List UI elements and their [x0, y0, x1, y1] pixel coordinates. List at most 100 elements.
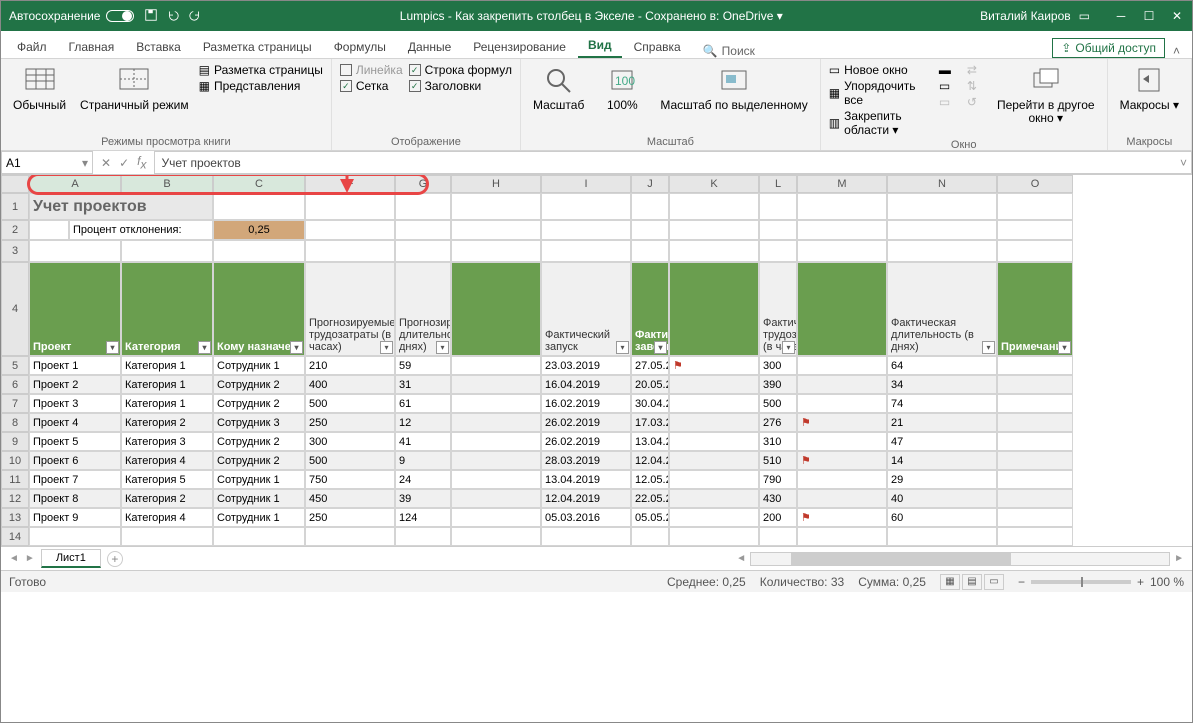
cell[interactable] [887, 220, 997, 240]
macros-button[interactable]: Макросы ▾ [1116, 63, 1183, 114]
formulabar-checkbox[interactable]: Строка формул [409, 63, 512, 77]
cell[interactable] [997, 375, 1073, 394]
row-header[interactable]: 6 [1, 375, 29, 394]
cell[interactable] [395, 240, 451, 262]
unhide-button[interactable]: ▭ [939, 95, 951, 109]
row-header[interactable]: 14 [1, 527, 29, 546]
cell[interactable] [669, 451, 759, 470]
cell[interactable] [997, 451, 1073, 470]
cell[interactable]: Категория 2 [121, 413, 213, 432]
cell[interactable]: Фактические трудозатраты (в часах)▾ [759, 262, 797, 356]
cell[interactable]: 05.03.2016 [541, 508, 631, 527]
cell[interactable] [213, 527, 305, 546]
cell[interactable] [451, 220, 541, 240]
cell[interactable] [121, 527, 213, 546]
cell[interactable]: 12.04.2019 [631, 451, 669, 470]
cell[interactable] [997, 489, 1073, 508]
cell[interactable] [669, 489, 759, 508]
cell[interactable]: Сотрудник 1 [213, 508, 305, 527]
cell[interactable]: 64 [887, 356, 997, 375]
autosave-toggle[interactable]: Автосохранение [9, 9, 134, 23]
cell[interactable] [997, 470, 1073, 489]
cell[interactable]: 12.04.2019 [541, 489, 631, 508]
col-header-G[interactable]: G [395, 175, 451, 193]
cell[interactable] [759, 220, 797, 240]
cell[interactable]: Категория 1 [121, 375, 213, 394]
cell[interactable] [305, 527, 395, 546]
cell[interactable] [451, 451, 541, 470]
cell[interactable]: 30.04.2019 [631, 394, 669, 413]
tab-Справка[interactable]: Справка [624, 36, 691, 58]
cell[interactable] [797, 262, 887, 356]
maximize-icon[interactable]: ☐ [1142, 9, 1156, 23]
cell[interactable]: Примечания▾ [997, 262, 1073, 356]
cell[interactable]: Проект 5 [29, 432, 121, 451]
cell[interactable] [797, 470, 887, 489]
cell[interactable] [451, 470, 541, 489]
cell[interactable] [887, 193, 997, 220]
cell[interactable] [669, 262, 759, 356]
switch-windows-button[interactable]: Перейти в другое окно ▾ [993, 63, 1099, 127]
cell[interactable]: Сотрудник 2 [213, 394, 305, 413]
cell[interactable] [887, 240, 997, 262]
cell[interactable]: Сотрудник 1 [213, 470, 305, 489]
cell[interactable] [997, 413, 1073, 432]
enter-icon[interactable]: ✓ [119, 156, 129, 170]
cell[interactable]: Категория 4 [121, 451, 213, 470]
cell[interactable]: 390 [759, 375, 797, 394]
cell[interactable] [451, 508, 541, 527]
tab-Главная[interactable]: Главная [59, 36, 125, 58]
cell[interactable]: 28.03.2019 [541, 451, 631, 470]
col-header-A[interactable]: A [29, 175, 121, 193]
cell[interactable]: Проект 1 [29, 356, 121, 375]
col-header-H[interactable]: H [451, 175, 541, 193]
cell[interactable] [395, 220, 451, 240]
cell[interactable]: 13.04.2019 [541, 470, 631, 489]
cell[interactable]: 39 [395, 489, 451, 508]
cell[interactable]: 500 [305, 451, 395, 470]
fx-icon[interactable]: fx [137, 154, 146, 171]
row-header[interactable]: 4 [1, 262, 29, 356]
headings-checkbox[interactable]: Заголовки [409, 79, 512, 93]
cell[interactable]: 12.05.2019 [631, 470, 669, 489]
cell[interactable] [669, 375, 759, 394]
tab-Вставка[interactable]: Вставка [126, 36, 191, 58]
horizontal-scrollbar[interactable] [750, 552, 1170, 566]
cell[interactable]: Прогнозируемые трудозатраты (в часах)▾ [305, 262, 395, 356]
cell[interactable] [631, 527, 669, 546]
cell[interactable] [213, 193, 305, 220]
zoom-button[interactable]: Масштаб [529, 63, 588, 114]
custom-views-button[interactable]: ▦Представления [199, 79, 323, 93]
collapse-ribbon-icon[interactable]: ˄ [1173, 44, 1180, 58]
tab-Файл[interactable]: Файл [7, 36, 57, 58]
cell[interactable] [451, 356, 541, 375]
row-header[interactable]: 12 [1, 489, 29, 508]
zoom-selection-button[interactable]: Масштаб по выделенному [656, 63, 811, 114]
col-header-I[interactable]: I [541, 175, 631, 193]
col-header-B[interactable]: B [121, 175, 213, 193]
cell[interactable]: 500 [759, 394, 797, 413]
cell[interactable] [797, 527, 887, 546]
row-header[interactable]: 11 [1, 470, 29, 489]
cell[interactable]: ⚑ [797, 413, 887, 432]
arrange-all-button[interactable]: ▦Упорядочить все [829, 79, 923, 107]
cell[interactable] [669, 527, 759, 546]
cell[interactable]: 34 [887, 375, 997, 394]
cell[interactable]: 500 [305, 394, 395, 413]
row-header[interactable]: 13 [1, 508, 29, 527]
cell[interactable] [669, 394, 759, 413]
cell[interactable] [631, 220, 669, 240]
cell[interactable]: 300 [305, 432, 395, 451]
view-side-button[interactable]: ⇄ [967, 63, 977, 77]
cell[interactable]: ⚑ [669, 356, 759, 375]
cell[interactable] [797, 432, 887, 451]
cell[interactable]: Категория 1 [121, 394, 213, 413]
cell[interactable]: Процент отклонения: [69, 220, 213, 240]
cell[interactable] [797, 193, 887, 220]
add-sheet-button[interactable]: + [107, 551, 123, 567]
normal-view-button[interactable]: Обычный [9, 63, 70, 114]
cell[interactable]: Категория 3 [121, 432, 213, 451]
cell[interactable] [305, 220, 395, 240]
cell[interactable]: 14 [887, 451, 997, 470]
hide-button[interactable]: ▭ [939, 79, 951, 93]
